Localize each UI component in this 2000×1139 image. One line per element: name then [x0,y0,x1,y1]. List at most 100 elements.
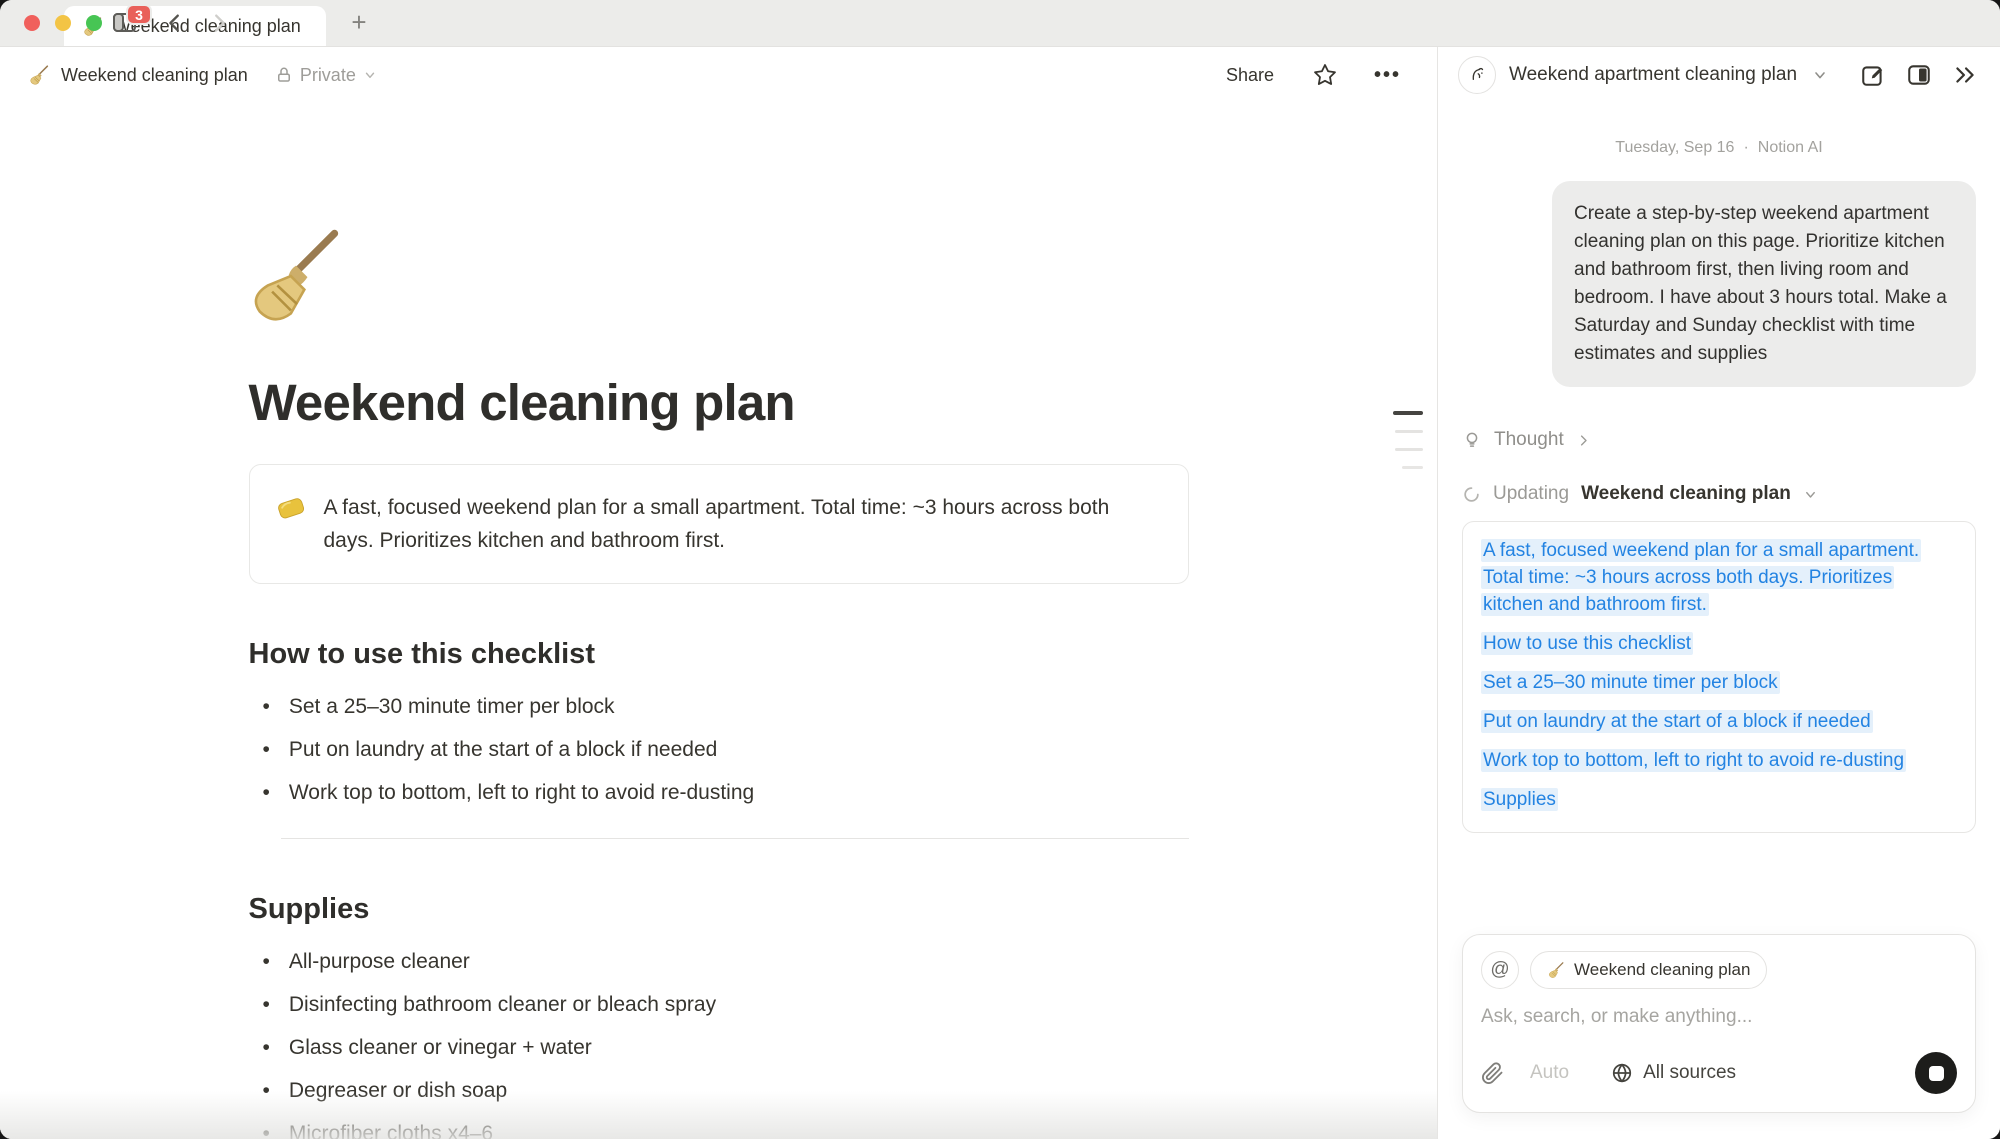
list-item[interactable]: • Put on laundry at the start of a block… [249,728,1189,771]
page-body: Weekend cleaning plan A fast, focused we… [0,103,1437,1139]
context-chip-label: Weekend cleaning plan [1574,960,1750,980]
section-heading-checklist[interactable]: How to use this checklist [249,638,1189,671]
stop-icon [1929,1066,1944,1081]
ai-thread-title[interactable]: Weekend apartment cleaning plan [1509,64,1797,86]
privacy-control[interactable]: Private [275,65,377,86]
chat-input[interactable] [1481,1006,1957,1028]
context-chip[interactable]: Weekend cleaning plan [1530,951,1767,989]
response-line: Work top to bottom, left to right to avo… [1481,747,1957,774]
chevron-down-icon [1803,487,1818,502]
page-icon-broom[interactable] [243,223,347,327]
new-tab-button[interactable]: + [344,7,374,38]
mention-button[interactable]: @ [1481,951,1519,989]
bullet-glyph: • [263,694,270,719]
chevron-right-icon [1576,433,1591,448]
privacy-label: Private [300,65,356,86]
callout-text: A fast, focused weekend plan for a small… [324,491,1162,557]
bullet-glyph: • [263,992,270,1017]
list-item-text: All-purpose cleaner [289,949,470,974]
list-item-text: Glass cleaner or vinegar + water [289,1035,592,1060]
notion-ai-panel: Weekend apartment cleaning plan [1437,47,2000,1139]
response-line: Supplies [1481,786,1957,813]
response-line: Set a 25–30 minute timer per block [1481,669,1957,696]
response-line: How to use this checklist [1481,630,1957,657]
status-label: Updating [1493,483,1569,505]
forward-button[interactable] [208,12,230,34]
sources-selector[interactable]: All sources [1611,1062,1736,1084]
lightbulb-icon [1462,430,1482,450]
bullet-glyph: • [263,1035,270,1060]
favorite-button[interactable] [1313,63,1337,87]
mode-selector[interactable]: Auto [1530,1062,1569,1084]
share-button[interactable]: Share [1226,65,1274,86]
status-target: Weekend cleaning plan [1581,483,1791,505]
new-chat-icon[interactable] [1860,62,1886,88]
bullet-glyph: • [263,1121,270,1139]
stop-generation-button[interactable] [1915,1052,1957,1094]
main-content-area: Weekend cleaning plan Private Share [0,47,1437,1139]
table-of-contents-indicator[interactable] [1393,411,1423,469]
bullet-glyph: • [263,949,270,974]
section-heading-supplies[interactable]: Supplies [249,893,1189,926]
bullet-glyph: • [263,1078,270,1103]
list-item[interactable]: • Disinfecting bathroom cleaner or bleac… [249,983,1189,1026]
response-line: Put on laundry at the start of a block i… [1481,708,1957,735]
star-icon [1313,63,1337,87]
list-item[interactable]: • Microfiber cloths x4–6 [249,1112,1189,1139]
bullet-glyph: • [263,780,270,805]
toc-bar-active [1393,411,1423,415]
conversation-date: Tuesday, Sep 16 [1615,139,1734,157]
spinner-icon [1462,485,1481,504]
toc-bar [1395,430,1423,433]
window-controls [24,15,102,31]
user-message-bubble: Create a step-by-step weekend apartment … [1552,181,1976,387]
list-item[interactable]: • Glass cleaner or vinegar + water [249,1026,1189,1069]
bullet-glyph: • [263,737,270,762]
broom-icon [1547,961,1565,979]
minimize-window-button[interactable] [55,15,71,31]
ai-response-preview: A fast, focused weekend plan for a small… [1462,521,1976,833]
ai-composer: @ Weekend cleaning plan Auto [1462,934,1976,1113]
agent-label: Notion AI [1758,139,1823,157]
list-item[interactable]: • Set a 25–30 minute timer per block [249,685,1189,728]
meta-separator: · [1743,139,1748,157]
titlebar: 3 Weekend cleaning plan + [0,0,2000,47]
list-item-text: Degreaser or dish soap [289,1078,507,1103]
list-item-text: Microfiber cloths x4–6 [289,1121,493,1139]
collapse-panel-icon[interactable] [1952,62,1978,88]
attachment-icon[interactable] [1481,1062,1504,1085]
breadcrumb[interactable]: Weekend cleaning plan [61,65,248,86]
close-window-button[interactable] [24,15,40,31]
list-item[interactable]: • All-purpose cleaner [249,940,1189,983]
page-title[interactable]: Weekend cleaning plan [249,373,1189,432]
page-header: Weekend cleaning plan Private Share [0,47,1437,103]
chevron-down-icon [363,68,377,82]
sidebar-toggle-button[interactable]: 3 [108,8,142,38]
response-line: A fast, focused weekend plan for a small… [1481,537,1957,618]
list-item[interactable]: • Degreaser or dish soap [249,1069,1189,1112]
thought-toggle[interactable]: Thought [1462,429,1976,451]
thought-label: Thought [1494,429,1564,451]
list-item-text: Disinfecting bathroom cleaner or bleach … [289,992,716,1017]
list-item-text: Set a 25–30 minute timer per block [289,694,615,719]
lock-icon [275,66,293,84]
list-item-text: Work top to bottom, left to right to avo… [289,780,754,805]
divider [281,838,1189,839]
conversation-meta: Tuesday, Sep 16 · Notion AI [1462,139,1976,157]
list-item-text: Put on laundry at the start of a block i… [289,737,717,762]
globe-icon [1611,1062,1633,1084]
callout-block[interactable]: A fast, focused weekend plan for a small… [249,464,1189,584]
back-button[interactable] [164,12,186,34]
notion-ai-face-icon [1458,56,1496,94]
toc-bar [1402,466,1423,469]
status-row[interactable]: Updating Weekend cleaning plan [1462,483,1976,505]
toc-bar [1395,448,1423,451]
chevron-down-icon[interactable] [1812,67,1828,83]
notification-badge: 3 [126,4,152,25]
list-item[interactable]: • Work top to bottom, left to right to a… [249,771,1189,814]
panel-layout-icon[interactable] [1906,62,1932,88]
zoom-window-button[interactable] [86,15,102,31]
more-options-button[interactable]: ••• [1374,64,1401,87]
app-window: 3 Weekend cleaning plan + Weekend cleani… [0,0,2000,1139]
sources-label: All sources [1643,1062,1736,1084]
